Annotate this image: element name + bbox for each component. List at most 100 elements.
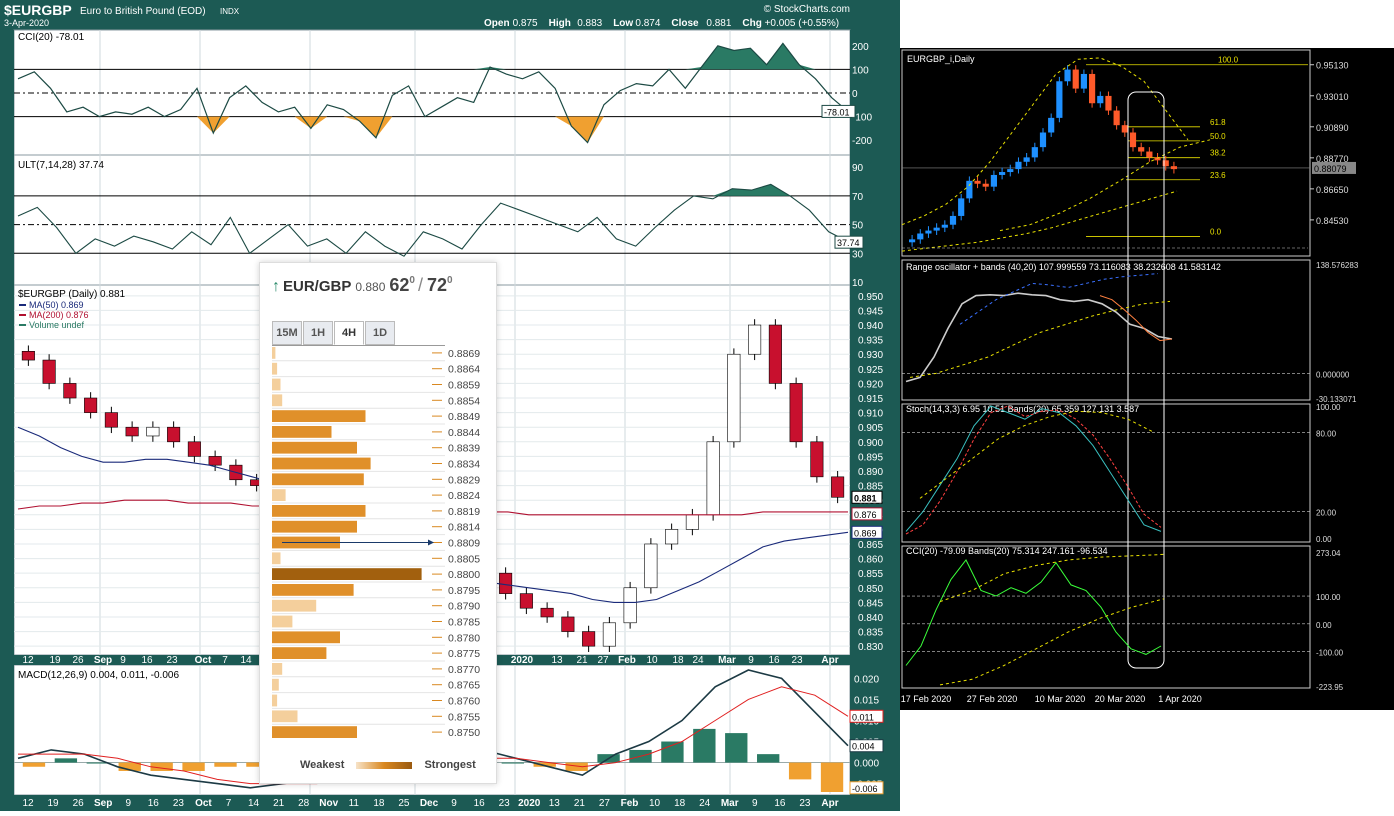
mt-price-tag: 0.88079	[1314, 164, 1347, 174]
tab-15m[interactable]: 15M	[272, 321, 302, 345]
mt-candle-body-11	[999, 172, 1006, 175]
ult-tick-4: 10	[852, 278, 864, 289]
bottom-xlabel-28: Mar	[721, 798, 739, 809]
ladder-level-3: 0.8854	[448, 395, 480, 407]
ohlc-value-4: +0.005 (+0.55%)	[765, 18, 840, 29]
mt-candle-body-1	[917, 233, 924, 240]
ohlc-label-3: Close	[671, 18, 699, 29]
mt-candle-body-28	[1138, 147, 1145, 152]
price-tick-10: 0.900	[858, 438, 883, 449]
mid-xlabel-12: 21	[576, 655, 588, 666]
left-axis-strip	[0, 30, 14, 811]
cci-tick-1: 100	[852, 65, 869, 76]
cci-tick-0: 200	[852, 42, 869, 53]
mt-candle-body-2	[925, 230, 932, 234]
cci-tick-2: 0	[852, 89, 858, 100]
mid-xlabel-8: 7	[222, 655, 228, 666]
bottom-xlabel-6: 23	[173, 798, 185, 809]
mid-xlabel-15: 10	[646, 655, 658, 666]
price-tick-23: 0.835	[858, 628, 883, 639]
strength-popup: ↑ EUR/GBP 0.880 620/720 15M 1H 4H 1D 0.8869…	[259, 262, 497, 784]
mt-cci-tick-0: 273.04	[1316, 549, 1341, 558]
price-tick-24: 0.830	[858, 642, 883, 653]
ladder-bar-13	[272, 552, 281, 565]
ohlc-label-0: Open	[484, 18, 510, 29]
mid-xlabel-2: 26	[72, 655, 84, 666]
ladder-level-2: 0.8859	[448, 380, 480, 392]
candle-body-28	[602, 622, 616, 647]
fib-label-0: 100.0	[1218, 56, 1239, 65]
ohlc-value-0: 0.875	[513, 18, 538, 29]
mid-xlabel-11: 13	[551, 655, 563, 666]
bottom-xlabel-30: 16	[774, 798, 786, 809]
price-tick-3: 0.935	[858, 336, 883, 347]
mt-candle-body-12	[1007, 169, 1014, 173]
mid-xlabel-5: 16	[141, 655, 153, 666]
tab-4h[interactable]: 4H	[334, 321, 364, 345]
mt-candle-body-14	[1023, 157, 1030, 162]
tab-1d[interactable]: 1D	[365, 321, 395, 345]
tab-1h[interactable]: 1H	[303, 321, 333, 345]
bottom-xlabel-14: 18	[373, 798, 385, 809]
ladder-level-6: 0.8839	[448, 443, 480, 455]
popup-score-b: 72	[426, 275, 448, 295]
candle-body-6	[146, 426, 160, 437]
ladder-level-22: 0.8760	[448, 696, 480, 708]
mid-xlabel-10: 2020	[511, 655, 534, 666]
macd-hist-15	[501, 762, 524, 764]
ohlc-label-2: Low	[613, 18, 633, 29]
bottom-xlabel-25: 10	[649, 798, 661, 809]
cci-tag: -78.01	[824, 107, 850, 117]
mt-cci-tick-2: 0.00	[1316, 621, 1332, 630]
mt-range-tick-1: 0.000000	[1316, 370, 1350, 379]
bottom-xlabel-23: 27	[599, 798, 611, 809]
macd-hist-6	[214, 762, 237, 767]
mt-candle-body-29	[1146, 151, 1153, 158]
watermark: © StockCharts.com	[764, 4, 850, 15]
symbol-name: Euro to British Pound (EOD)	[80, 6, 206, 17]
bottom-xlabel-16: Dec	[420, 798, 439, 809]
ladder-level-18: 0.8780	[448, 632, 480, 644]
mt-tick-1: 0.93010	[1316, 92, 1349, 102]
popup-score-b-sup: 0	[447, 275, 453, 286]
ult-tick-1: 70	[852, 192, 864, 203]
mt-tick-0: 0.95130	[1316, 61, 1349, 71]
mt-date-2: 10 Mar 2020	[1035, 694, 1086, 704]
price-legend-0: MA(50) 0.869	[29, 300, 84, 310]
mid-xlabel-6: 23	[166, 655, 178, 666]
mt-candle-body-21	[1080, 73, 1087, 89]
mt-frame-2	[901, 403, 1311, 543]
price-tick-17: 0.865	[858, 540, 883, 551]
bottom-xlabel-0: 12	[22, 798, 34, 809]
price-tick-19: 0.855	[858, 569, 883, 580]
candle-body-1	[42, 359, 56, 384]
mt-candle-body-16	[1039, 132, 1047, 148]
macd-hist-25	[820, 762, 844, 792]
macd-tick-0: 0.020	[854, 674, 879, 685]
mt-range-label: Range oscillator + bands (40,20) 107.999…	[906, 262, 1221, 272]
ladder-level-16: 0.8790	[448, 601, 480, 613]
bottom-xlabel-24: Feb	[621, 798, 639, 809]
date-text: 3-Apr-2020	[4, 18, 49, 28]
ladder-bar-17	[272, 615, 293, 628]
ladder-bar-11	[272, 520, 357, 533]
ladder-level-7: 0.8834	[448, 459, 480, 471]
mt-candle-body-23	[1097, 95, 1104, 104]
macd-hist-24	[788, 762, 812, 780]
ladder-bar-9	[272, 489, 286, 501]
mt-cci-tick-3: -100.00	[1316, 649, 1344, 658]
candle-body-24	[519, 593, 533, 609]
mt-stoch-tick-2: 20.00	[1316, 509, 1337, 518]
ladder-bar-19	[272, 647, 327, 659]
popup-score-a-sup: 0	[409, 275, 415, 286]
ladder-level-12: 0.8809	[448, 538, 480, 550]
ladder-bar-4	[272, 410, 366, 422]
candle-body-38	[810, 441, 824, 478]
price-tag-0: 0.881	[854, 493, 877, 503]
mt-candle-body-13	[1015, 161, 1022, 170]
fib-label-3: 38.2	[1210, 149, 1226, 158]
candle-body-0	[21, 351, 35, 361]
mt-candle-body-15	[1031, 147, 1038, 158]
strength-ladder: 0.8869 0.8864 0.8859 0.8854 0.8849 0.8844 0.88…	[272, 345, 480, 739]
fib-label-4: 23.6	[1210, 171, 1226, 180]
